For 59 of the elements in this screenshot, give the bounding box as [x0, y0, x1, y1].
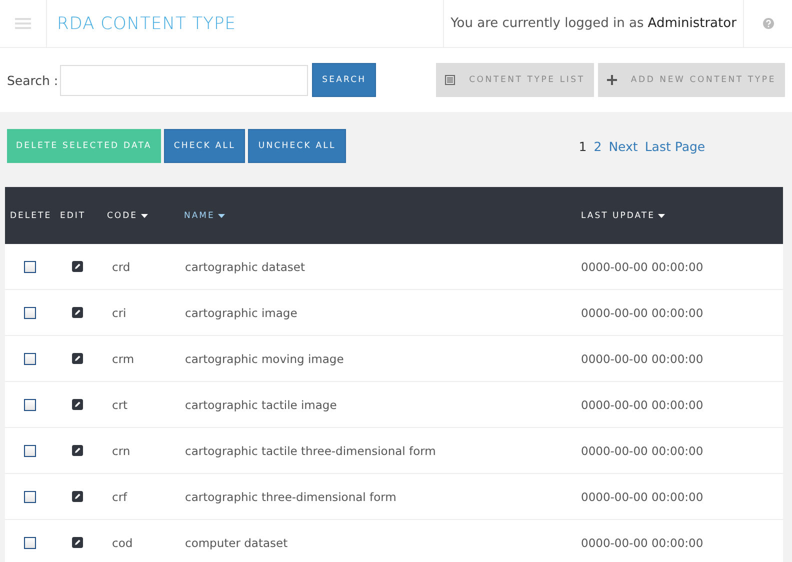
- sort-icon: [140, 214, 148, 218]
- list-icon: [445, 75, 456, 85]
- table-cell-text: cartographic tactile image: [184, 398, 337, 412]
- search-label: Search :: [7, 72, 58, 88]
- table-cell-text: cri: [111, 306, 126, 320]
- action-button[interactable]: UNCHECK ALL: [248, 129, 346, 163]
- table-cell-text: cartographic three-dimensional form: [184, 490, 396, 504]
- table-cell-text: 0000-00-00 00:00:00: [580, 536, 704, 550]
- search-field[interactable]: [60, 64, 308, 96]
- table-cell-text: crf: [111, 490, 128, 504]
- table-cell-text: crd: [111, 260, 130, 274]
- column-header[interactable]: NAME: [179, 210, 225, 220]
- action-button[interactable]: CHECK ALL: [164, 129, 246, 163]
- checkbox[interactable]: [24, 490, 36, 502]
- checkbox[interactable]: [24, 444, 36, 456]
- edit-icon[interactable]: [72, 261, 83, 272]
- table-cell-text: 0000-00-00 00:00:00: [580, 398, 704, 412]
- edit-icon[interactable]: [72, 491, 83, 502]
- table-cell-text: crm: [111, 352, 134, 366]
- table-cell-text: 0000-00-00 00:00:00: [580, 352, 704, 366]
- column-header: EDIT: [59, 210, 86, 220]
- checkbox[interactable]: [24, 352, 36, 364]
- search-button[interactable]: SEARCH: [312, 63, 376, 97]
- edit-icon[interactable]: [72, 353, 83, 364]
- table-cell-text: cartographic image: [184, 306, 298, 320]
- table-cell-text: 0000-00-00 00:00:00: [580, 260, 704, 274]
- login-text: You are currently logged in as: [450, 16, 644, 31]
- table-cell-text: crn: [111, 444, 130, 458]
- table-cell-text: crt: [111, 398, 128, 412]
- page-link[interactable]: 1: [578, 138, 587, 154]
- page-title: RDA CONTENT TYPE: [57, 14, 236, 34]
- page-link[interactable]: Next: [608, 138, 638, 154]
- checkbox[interactable]: [24, 260, 36, 272]
- table-cell-text: cod: [111, 536, 133, 550]
- sort-icon: [658, 214, 665, 218]
- column-header[interactable]: LAST UPDATE: [576, 210, 665, 220]
- edit-icon[interactable]: [72, 307, 83, 318]
- page-link[interactable]: 2: [594, 138, 602, 154]
- table-cell-text: 0000-00-00 00:00:00: [580, 444, 704, 458]
- toolbar-button[interactable]: ADD NEW CONTENT TYPE: [598, 63, 785, 97]
- table-cell-text: cartographic dataset: [184, 260, 305, 274]
- column-header[interactable]: CODE: [102, 210, 148, 220]
- edit-icon[interactable]: [72, 537, 83, 548]
- page-link[interactable]: Last Page: [644, 138, 706, 154]
- edit-icon[interactable]: [72, 445, 83, 456]
- column-header: DELETE: [9, 210, 52, 220]
- plus-icon: [606, 75, 617, 85]
- checkbox[interactable]: [24, 306, 36, 318]
- checkbox[interactable]: [24, 536, 36, 548]
- toolbar-button[interactable]: CONTENT TYPE LIST: [436, 63, 594, 97]
- table-cell-text: cartographic tactile three-dimensional form: [184, 444, 436, 458]
- edit-icon[interactable]: [72, 399, 83, 410]
- user-name: Administrator: [648, 16, 736, 31]
- sort-icon: [218, 214, 225, 218]
- checkbox[interactable]: [24, 398, 36, 410]
- table-cell-text: 0000-00-00 00:00:00: [580, 490, 704, 504]
- table-cell-text: 0000-00-00 00:00:00: [580, 306, 704, 320]
- table-cell-text: cartographic moving image: [184, 352, 344, 366]
- table-cell-text: computer dataset: [184, 536, 288, 550]
